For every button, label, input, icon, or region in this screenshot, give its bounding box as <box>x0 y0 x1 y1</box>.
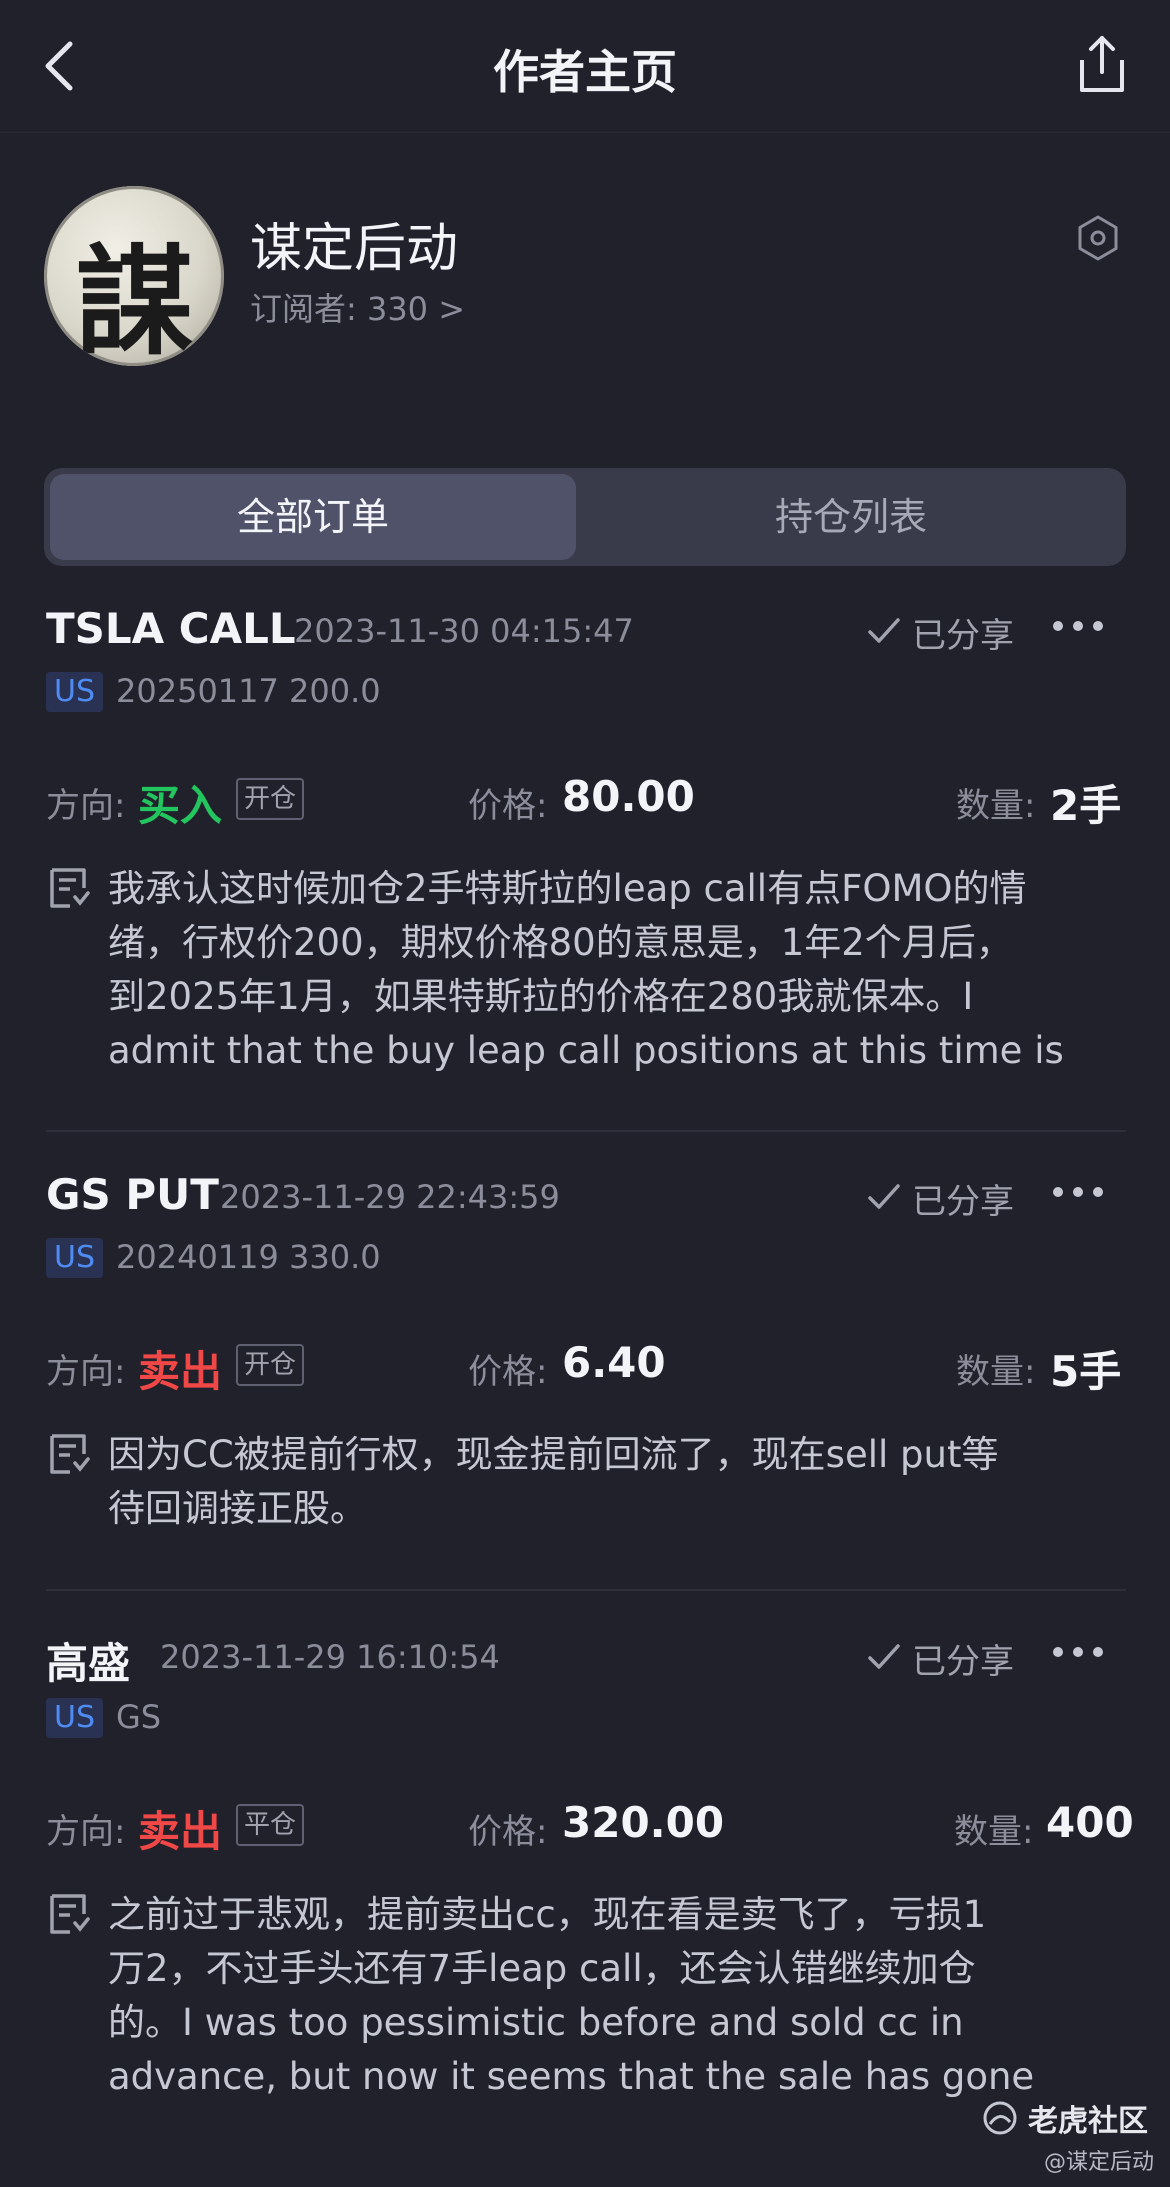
order-note: 我承认这时候加仓2手特斯拉的leap call有点FOMO的情 绪，行权价200… <box>108 867 1064 1072</box>
order-time: 2023-11-30 04:15:47 <box>294 612 634 650</box>
order-card[interactable]: 高盛 2023-11-29 16:10:54 已分享 US GS 方向: 卖出 … <box>0 1630 1170 2150</box>
more-options-icon[interactable] <box>1050 1182 1106 1202</box>
direction-value: 卖出 <box>138 1807 223 1856</box>
tiger-logo-icon <box>983 2101 1017 2135</box>
shared-status: 已分享 <box>912 1182 1014 1222</box>
price-value: 80.00 <box>562 772 695 821</box>
order-card[interactable]: TSLA CALL 2023-11-30 04:15:47 已分享 US 202… <box>0 604 1170 1124</box>
quantity-label: 数量: <box>956 786 1036 826</box>
more-options-icon[interactable] <box>1050 1642 1106 1662</box>
position-tag: 平仓 <box>236 1804 305 1846</box>
price-label: 价格: <box>468 786 548 826</box>
order-time: 2023-11-29 16:10:54 <box>160 1638 500 1676</box>
subscriber-count-link[interactable]: 订阅者: 330 > <box>250 284 465 330</box>
watermark-user: @谋定后动 <box>1044 2150 1155 2175</box>
price-value: 6.40 <box>562 1338 666 1387</box>
more-options-icon[interactable] <box>1050 616 1106 636</box>
order-time: 2023-11-29 22:43:59 <box>220 1178 560 1216</box>
direction-value: 卖出 <box>138 1347 223 1396</box>
contract-code: 20250117 200.0 <box>116 672 381 710</box>
position-tag: 开仓 <box>236 778 305 820</box>
price-label: 价格: <box>468 1812 548 1852</box>
settings-hexagon-icon[interactable] <box>1074 214 1122 262</box>
author-name: 谋定后动 <box>250 219 459 279</box>
order-title: TSLA CALL <box>46 604 296 653</box>
quantity-label: 数量: <box>956 1352 1036 1392</box>
tab-positions[interactable]: 持仓列表 <box>582 474 1120 560</box>
shared-status: 已分享 <box>912 616 1014 656</box>
check-icon <box>868 618 900 643</box>
check-icon <box>868 1184 900 1209</box>
market-badge: US <box>46 1698 104 1738</box>
direction-label: 方向: <box>46 1352 126 1392</box>
check-icon <box>868 1644 900 1669</box>
order-title: 高盛 <box>46 1639 131 1688</box>
contract-code: 20240119 330.0 <box>116 1238 381 1276</box>
divider <box>46 1589 1126 1591</box>
position-tag: 开仓 <box>236 1344 305 1386</box>
order-note: 之前过于悲观，提前卖出cc，现在看是卖飞了，亏损1 万2，不过手头还有7手lea… <box>108 1893 1035 2098</box>
avatar-glyph: 謀 <box>74 232 193 366</box>
direction-label: 方向: <box>46 1812 126 1852</box>
quantity-value: 5手 <box>1050 1347 1122 1396</box>
divider <box>46 1130 1126 1132</box>
tab-all-orders[interactable]: 全部订单 <box>50 474 576 560</box>
avatar[interactable]: 謀 <box>44 186 224 366</box>
share-icon[interactable] <box>1074 34 1130 96</box>
direction-label: 方向: <box>46 786 126 826</box>
note-icon <box>50 868 90 908</box>
note-icon <box>50 1434 90 1474</box>
price-value: 320.00 <box>562 1798 725 1847</box>
quantity-value: 2手 <box>1050 781 1122 830</box>
tab-bar: 全部订单 持仓列表 <box>44 468 1126 566</box>
top-bar: 作者主页 <box>0 0 1170 133</box>
market-badge: US <box>46 672 104 712</box>
page-title: 作者主页 <box>493 45 677 99</box>
order-title: GS PUT <box>46 1170 219 1219</box>
quantity-label: 数量: <box>954 1812 1034 1852</box>
order-note: 因为CC被提前行权，现金提前回流了，现在sell put等 待回调接正股。 <box>108 1433 999 1530</box>
market-badge: US <box>46 1238 104 1278</box>
note-icon <box>50 1894 90 1934</box>
quantity-value: 400 <box>1046 1798 1134 1847</box>
price-label: 价格: <box>468 1352 548 1392</box>
watermark-brand: 老虎社区 <box>1028 2104 1148 2139</box>
direction-value: 买入 <box>138 781 223 830</box>
order-card[interactable]: GS PUT 2023-11-29 22:43:59 已分享 US 202401… <box>0 1170 1170 1550</box>
shared-status: 已分享 <box>912 1642 1014 1682</box>
contract-code: GS <box>116 1698 162 1736</box>
